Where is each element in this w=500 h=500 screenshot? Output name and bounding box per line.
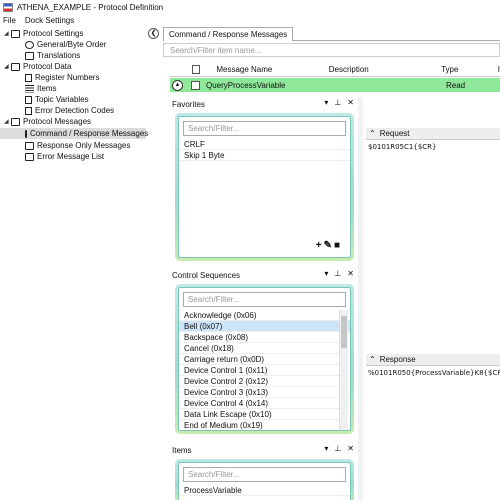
list-item[interactable]: Data Link Escape (0x10) <box>179 409 350 420</box>
row-checkbox[interactable] <box>191 80 200 90</box>
list-item[interactable]: Device Control 4 (0x14) <box>179 398 350 409</box>
document-icon <box>25 95 32 104</box>
chevron-left-icon: ❮ <box>150 30 157 37</box>
control-sequences-panel: Control Sequences ▾ ⊥ ✕ Search/Filter...… <box>170 268 358 436</box>
item-filter-input[interactable]: Search/Filter item name... <box>163 43 500 57</box>
pin-icon[interactable]: ⊥ <box>334 98 341 107</box>
tree-node-topic-variables[interactable]: Topic Variables <box>25 94 89 105</box>
window-title: ATHENA_EXAMPLE - Protocol Definition <box>17 2 164 12</box>
list-item[interactable]: Carriage return (0x0D) <box>179 354 350 365</box>
tree-node-protocol-messages[interactable]: ◢ Protocol Messages <box>4 116 91 127</box>
chevron-up-icon: ⌃ <box>369 355 376 364</box>
pin-icon[interactable]: ⊥ <box>334 444 341 453</box>
panel-title: Items <box>172 445 192 455</box>
list-item[interactable]: Acknowledge (0x06) <box>179 310 350 321</box>
request-header[interactable]: ⌃ Request <box>366 128 500 140</box>
response-only-icon <box>25 141 34 150</box>
column-type[interactable]: Type <box>441 65 498 74</box>
translations-icon <box>25 51 34 60</box>
message-name-cell: QueryProcessVariable <box>206 80 286 90</box>
edit-icon[interactable]: ✎ <box>324 240 334 251</box>
dropdown-icon[interactable]: ▾ <box>324 98 328 107</box>
list-item[interactable]: Bell (0x07) <box>179 321 350 332</box>
list-item[interactable]: Cancel (0x18) <box>179 343 350 354</box>
list-item[interactable]: Skip 1 Byte <box>179 150 350 161</box>
message-grid-header: Message Name Description Type I <box>170 63 500 77</box>
dropdown-icon[interactable]: ▾ <box>324 444 328 453</box>
menu-file[interactable]: File <box>3 16 16 25</box>
dropdown-icon[interactable]: ▾ <box>324 269 328 278</box>
column-message-name[interactable]: Message Name <box>216 65 328 74</box>
tree-node-error-detection-codes[interactable]: Error Detection Codes <box>25 105 114 116</box>
list-icon <box>25 84 34 93</box>
table-row[interactable]: ▲ QueryProcessVariable Read <box>170 78 500 92</box>
items-search-input[interactable]: Search/Filter... <box>183 467 346 482</box>
data-folder-icon <box>11 62 20 71</box>
app-icon <box>3 2 13 12</box>
byte-order-icon <box>25 40 34 49</box>
close-icon[interactable]: ✕ <box>347 444 354 453</box>
tree-node-register-numbers[interactable]: Register Numbers <box>25 72 99 83</box>
expand-arrow-icon[interactable]: ◢ <box>4 118 11 125</box>
panel-title: Favorites <box>172 99 205 109</box>
tree-node-command-response-messages[interactable]: Command / Response Messages <box>0 128 148 139</box>
close-icon[interactable]: ✕ <box>347 98 354 107</box>
menu-bar: File Dock Settings <box>0 14 500 27</box>
expand-arrow-icon[interactable]: ◢ <box>4 30 11 37</box>
tree-node-general-byte-order[interactable]: General/Byte Order <box>25 39 106 50</box>
tree-node-items[interactable]: Items <box>25 83 57 94</box>
type-cell: Read <box>446 80 466 90</box>
close-icon[interactable]: ✕ <box>347 269 354 278</box>
items-panel: Items ▾ ⊥ ✕ Search/Filter... ProcessVari… <box>170 443 358 500</box>
column-description[interactable]: Description <box>329 65 441 74</box>
panel-title: Control Sequences <box>172 270 241 280</box>
select-all-checkbox[interactable] <box>191 65 201 74</box>
error-list-icon <box>25 152 34 161</box>
tree-node-protocol-settings[interactable]: ◢ Protocol Settings <box>4 28 83 39</box>
menu-dock-settings[interactable]: Dock Settings <box>25 16 74 25</box>
tree-node-error-message-list[interactable]: Error Message List <box>25 151 104 162</box>
command-response-icon <box>25 129 27 138</box>
navigation-tree: ◢ Protocol Settings General/Byte Order T… <box>0 27 148 500</box>
expand-arrow-icon[interactable]: ◢ <box>4 63 11 70</box>
list-item[interactable]: End of Medium (0x19) <box>179 420 350 430</box>
messages-folder-icon <box>11 117 20 126</box>
settings-folder-icon <box>11 29 20 38</box>
list-item[interactable]: ProcessVariable <box>179 485 350 496</box>
tree-node-translations[interactable]: Translations <box>25 50 80 61</box>
list-item[interactable]: Device Control 3 (0x13) <box>179 387 350 398</box>
register-icon <box>25 73 32 82</box>
panel-splitter[interactable] <box>358 97 363 500</box>
pin-icon[interactable]: ⊥ <box>334 269 341 278</box>
expand-row-icon[interactable]: ▲ <box>172 79 183 91</box>
tab-command-response-messages[interactable]: Command / Response Messages <box>163 27 294 41</box>
control-sequences-search-input[interactable]: Search/Filter... <box>183 292 346 307</box>
list-item[interactable]: Device Control 1 (0x11) <box>179 365 350 376</box>
scrollbar[interactable] <box>339 310 348 430</box>
list-item[interactable]: Backspace (0x08) <box>179 332 350 343</box>
document-icon <box>25 106 32 115</box>
request-editor[interactable]: $0101R05C1{$CR} <box>366 141 500 351</box>
list-item[interactable]: CRLF <box>179 139 350 150</box>
favorites-toolbar: +✎■ <box>316 240 342 251</box>
favorites-search-input[interactable]: Search/Filter... <box>183 121 346 136</box>
response-header[interactable]: ⌃ Response <box>366 354 500 366</box>
tree-node-response-only-messages[interactable]: Response Only Messages <box>25 140 130 151</box>
collapse-tree-button[interactable]: ❮ <box>148 28 159 39</box>
scroll-thumb[interactable] <box>341 316 347 348</box>
response-editor[interactable]: %0101R050{ProcessVariable}K8{$CR} <box>366 367 500 497</box>
list-item[interactable]: Device Control 2 (0x12) <box>179 376 350 387</box>
tree-node-protocol-data[interactable]: ◢ Protocol Data <box>4 61 71 72</box>
chevron-up-icon: ⌃ <box>369 129 376 138</box>
delete-icon[interactable]: ■ <box>334 240 342 251</box>
add-icon[interactable]: + <box>316 240 324 251</box>
favorites-panel: Favorites ▾ ⊥ ✕ Search/Filter... CRLF Sk… <box>170 97 358 265</box>
title-bar: ATHENA_EXAMPLE - Protocol Definition <box>0 0 500 14</box>
